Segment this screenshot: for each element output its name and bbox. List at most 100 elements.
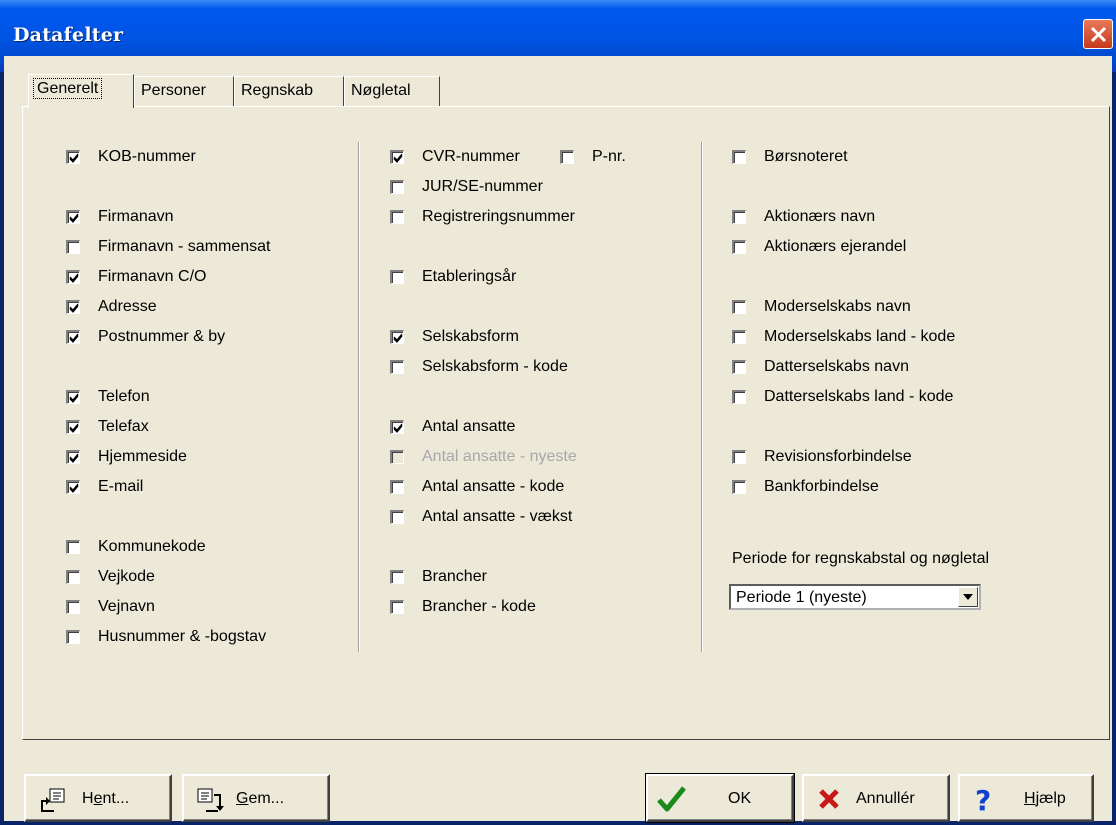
checkbox-label: Antal ansatte - nyeste xyxy=(422,448,577,465)
checkbox-registreringsnummer[interactable]: Registreringsnummer xyxy=(390,206,575,228)
checkbox-unchecked[interactable] xyxy=(66,600,80,614)
checkbox-unchecked[interactable] xyxy=(390,270,404,284)
checkbox-unchecked[interactable] xyxy=(732,240,746,254)
checkbox-selskabsform-kode[interactable]: Selskabsform - kode xyxy=(390,356,568,378)
gem-label: Gem... xyxy=(236,790,285,807)
checkbox-postnummer-by[interactable]: Postnummer & by xyxy=(66,326,225,348)
checkbox-unchecked[interactable] xyxy=(732,300,746,314)
checkbox-unchecked[interactable] xyxy=(66,630,80,644)
checkbox-unchecked[interactable] xyxy=(732,330,746,344)
dropdown-button[interactable] xyxy=(958,587,978,607)
checkbox-firmanavn-c-o[interactable]: Firmanavn C/O xyxy=(66,266,206,288)
checkbox-vejnavn[interactable]: Vejnavn xyxy=(66,596,155,618)
chevron-down-icon xyxy=(963,594,973,600)
checkbox-cvr-nummer[interactable]: CVR-nummer xyxy=(390,146,520,168)
checkbox-hjemmeside[interactable]: Hjemmeside xyxy=(66,446,187,468)
checkbox-unchecked[interactable] xyxy=(390,180,404,194)
checkbox-label: Husnummer & -bogstav xyxy=(98,628,267,645)
checkbox-e-mail[interactable]: E-mail xyxy=(66,476,143,498)
checkbox-brancher-kode[interactable]: Brancher - kode xyxy=(390,596,536,618)
checkbox-firmanavn[interactable]: Firmanavn xyxy=(66,206,174,228)
checkbox-vejkode[interactable]: Vejkode xyxy=(66,566,155,588)
checkbox-børsnoteret[interactable]: Børsnoteret xyxy=(732,146,848,168)
checkbox-unchecked[interactable] xyxy=(66,540,80,554)
load-icon xyxy=(41,788,65,812)
checkbox-telefon[interactable]: Telefon xyxy=(66,386,150,408)
close-button[interactable] xyxy=(1083,19,1113,49)
checkbox-antal-ansatte-kode[interactable]: Antal ansatte - kode xyxy=(390,476,564,498)
periode-value: Periode 1 (nyeste) xyxy=(736,589,867,606)
checkbox-antal-ansatte-vækst[interactable]: Antal ansatte - vækst xyxy=(390,506,572,528)
checkbox-datterselskabs-land-kode[interactable]: Datterselskabs land - kode xyxy=(732,386,953,408)
tab-personer[interactable]: Personer xyxy=(134,76,234,106)
checkbox-selskabsform[interactable]: Selskabsform xyxy=(390,326,519,348)
hent-button[interactable]: Hent... xyxy=(24,774,172,822)
checkbox-checked[interactable] xyxy=(66,300,80,314)
checkbox-checked[interactable] xyxy=(390,150,404,164)
tab-noegletal[interactable]: Nøgletal xyxy=(344,76,440,106)
checkbox-checked[interactable] xyxy=(66,480,80,494)
checkbox-antal-ansatte[interactable]: Antal ansatte xyxy=(390,416,515,438)
checkbox-label: Firmanavn C/O xyxy=(98,268,207,285)
checkbox-moderselskabs-land-kode[interactable]: Moderselskabs land - kode xyxy=(732,326,955,348)
checkbox-checked[interactable] xyxy=(66,330,80,344)
periode-select[interactable]: Periode 1 (nyeste) xyxy=(729,584,981,610)
checkbox-unchecked[interactable] xyxy=(390,600,404,614)
annuller-button[interactable]: Annullér xyxy=(802,774,950,822)
checkbox-etableringsår[interactable]: Etableringsår xyxy=(390,266,516,288)
checkbox-unchecked[interactable] xyxy=(390,510,404,524)
checkbox-label: Telefax xyxy=(98,418,149,435)
checkbox-label: Datterselskabs navn xyxy=(764,358,909,375)
checkbox-checked[interactable] xyxy=(390,420,404,434)
checkbox-unchecked[interactable] xyxy=(732,150,746,164)
tab-regnskab[interactable]: Regnskab xyxy=(234,76,344,106)
checkbox-firmanavn-sammensat[interactable]: Firmanavn - sammensat xyxy=(66,236,271,258)
checkbox-label: Revisionsforbindelse xyxy=(764,448,912,465)
ok-button[interactable]: OK xyxy=(645,773,795,823)
checkbox-p-nr[interactable]: P-nr. xyxy=(560,146,626,168)
checkbox-unchecked[interactable] xyxy=(732,210,746,224)
checkbox-unchecked[interactable] xyxy=(732,360,746,374)
checkbox-telefax[interactable]: Telefax xyxy=(66,416,149,438)
checkbox-jur-se-nummer[interactable]: JUR/SE-nummer xyxy=(390,176,543,198)
checkbox-checked[interactable] xyxy=(66,390,80,404)
checkbox-unchecked[interactable] xyxy=(560,150,574,164)
checkbox-unchecked[interactable] xyxy=(390,210,404,224)
checkbox-datterselskabs-navn[interactable]: Datterselskabs navn xyxy=(732,356,909,378)
checkbox-checked[interactable] xyxy=(66,270,80,284)
checkbox-unchecked[interactable] xyxy=(390,360,404,374)
tab-generelt[interactable]: Generelt xyxy=(28,74,134,108)
checkbox-unchecked[interactable] xyxy=(390,480,404,494)
checkbox-bankforbindelse[interactable]: Bankforbindelse xyxy=(732,476,879,498)
checkbox-checked[interactable] xyxy=(66,420,80,434)
checkbox-label: Kommunekode xyxy=(98,538,206,555)
checkbox-label: Selskabsform - kode xyxy=(422,358,568,375)
checkbox-kommunekode[interactable]: Kommunekode xyxy=(66,536,206,558)
hjaelp-button[interactable]: ? Hjælp xyxy=(958,774,1094,822)
checkbox-unchecked[interactable] xyxy=(66,570,80,584)
checkbox-revisionsforbindelse[interactable]: Revisionsforbindelse xyxy=(732,446,912,468)
checkbox-aktionærs-ejerandel[interactable]: Aktionærs ejerandel xyxy=(732,236,906,258)
checkbox-moderselskabs-navn[interactable]: Moderselskabs navn xyxy=(732,296,911,318)
checkbox-unchecked[interactable] xyxy=(66,240,80,254)
column-divider xyxy=(701,142,703,652)
checkbox-checked[interactable] xyxy=(66,210,80,224)
checkbox-brancher[interactable]: Brancher xyxy=(390,566,487,588)
checkbox-adresse[interactable]: Adresse xyxy=(66,296,157,318)
checkbox-antal-ansatte-nyeste: Antal ansatte - nyeste xyxy=(390,446,577,468)
checkbox-unchecked[interactable] xyxy=(732,480,746,494)
checkbox-unchecked[interactable] xyxy=(732,390,746,404)
checkbox-label: E-mail xyxy=(98,478,144,495)
x-icon xyxy=(819,789,839,809)
checkbox-checked[interactable] xyxy=(66,150,80,164)
gem-button[interactable]: Gem... xyxy=(182,774,330,822)
checkbox-checked[interactable] xyxy=(66,450,80,464)
checkbox-label: Antal ansatte xyxy=(422,418,516,435)
checkbox-checked[interactable] xyxy=(390,330,404,344)
checkbox-husnummer-bogstav[interactable]: Husnummer & -bogstav xyxy=(66,626,266,648)
checkbox-label: Telefon xyxy=(98,388,150,405)
checkbox-unchecked[interactable] xyxy=(732,450,746,464)
checkbox-aktionærs-navn[interactable]: Aktionærs navn xyxy=(732,206,875,228)
checkbox-unchecked[interactable] xyxy=(390,570,404,584)
checkbox-kob-nummer[interactable]: KOB-nummer xyxy=(66,146,196,168)
